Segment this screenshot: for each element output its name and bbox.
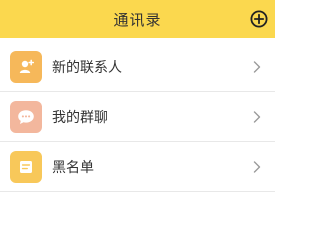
divider (0, 191, 275, 192)
list-item-group-chats[interactable]: 我的群聊 (0, 92, 275, 142)
chevron-right-icon (251, 61, 263, 73)
new-contact-icon (10, 51, 42, 83)
contacts-menu-list: 新的联系人 我的群聊 黑名单 (0, 42, 275, 192)
list-item-label: 我的群聊 (52, 110, 108, 126)
list-item-label: 新的联系人 (52, 60, 122, 76)
chevron-right-icon (251, 111, 263, 123)
list-item-blacklist[interactable]: 黑名单 (0, 142, 275, 192)
top-bar: 通讯录 (0, 0, 275, 38)
add-button[interactable] (249, 9, 269, 29)
plus-circle-icon (250, 10, 268, 28)
blacklist-icon (10, 151, 42, 183)
group-chat-icon (10, 101, 42, 133)
contacts-screen: 通讯录 新的联系人 我的群聊 黑名单 (0, 0, 275, 250)
page-title: 通讯录 (113, 10, 162, 29)
list-item-label: 黑名单 (52, 160, 94, 176)
chevron-right-icon (251, 161, 263, 173)
list-item-new-contacts[interactable]: 新的联系人 (0, 42, 275, 92)
